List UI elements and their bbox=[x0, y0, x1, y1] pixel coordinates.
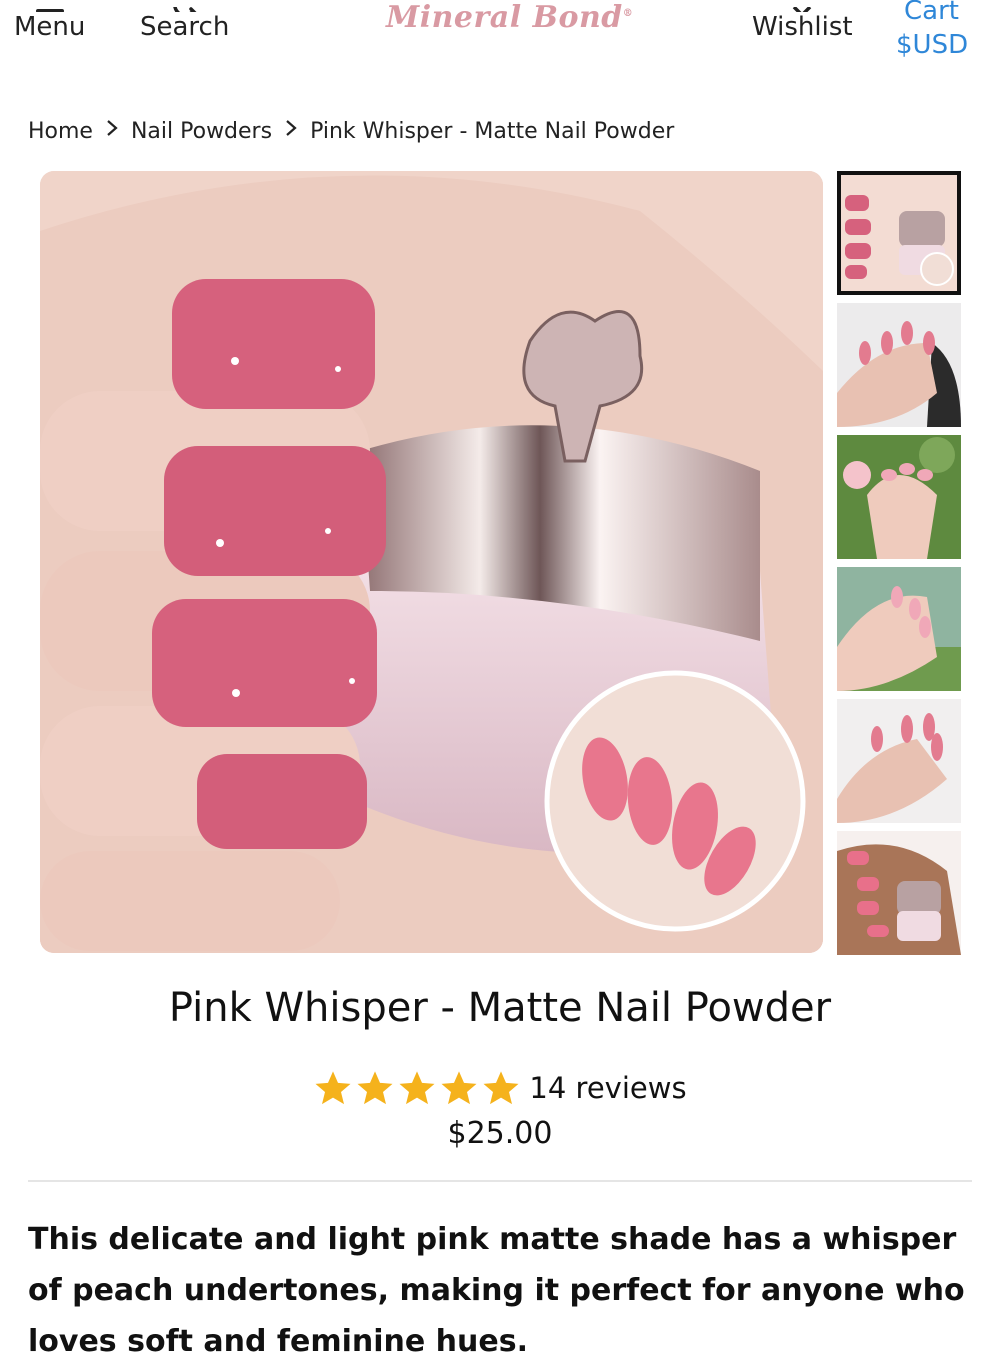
thumbnail-hand-grass[interactable] bbox=[837, 567, 961, 691]
thumbnail-strip bbox=[837, 171, 961, 963]
star-icon bbox=[357, 1071, 393, 1105]
site-header: Menu Search Mineral Bond® Wishlist Cart … bbox=[0, 0, 1000, 80]
star-icon bbox=[315, 1071, 351, 1105]
thumbnail-jar-hand[interactable] bbox=[837, 171, 961, 295]
product-price: $25.00 bbox=[447, 1116, 553, 1151]
search-button[interactable]: Search bbox=[140, 0, 229, 42]
thumbnail-hand-holding-jar[interactable] bbox=[837, 831, 961, 955]
breadcrumb-nail-powders[interactable]: Nail Powders bbox=[131, 119, 272, 144]
star-icon bbox=[441, 1071, 477, 1105]
thumbnail-almond-nails-ring[interactable] bbox=[837, 699, 961, 823]
breadcrumb-home[interactable]: Home bbox=[28, 119, 93, 144]
breadcrumb-current: Pink Whisper - Matte Nail Powder bbox=[310, 118, 675, 144]
cart-label: Cart bbox=[904, 0, 959, 26]
product-description: This delicate and light pink matte shade… bbox=[28, 1222, 965, 1359]
reviews-count[interactable]: 14 reviews bbox=[529, 1071, 686, 1105]
menu-button[interactable]: Menu bbox=[14, 0, 85, 42]
chevron-right-icon bbox=[105, 118, 119, 144]
hamburger-icon bbox=[30, 0, 70, 12]
product-rating[interactable]: 14 reviews bbox=[0, 1068, 1000, 1108]
divider bbox=[28, 1180, 972, 1182]
star-icon bbox=[483, 1071, 519, 1105]
thumbnail-hand-flowers[interactable] bbox=[837, 435, 961, 559]
product-title: Pink Whisper - Matte Nail Powder bbox=[168, 985, 832, 1031]
search-label: Search bbox=[140, 12, 230, 42]
currency-label[interactable]: $USD bbox=[896, 28, 968, 62]
wishlist-button[interactable]: Wishlist bbox=[752, 0, 853, 42]
thumbnail-almond-nails-marble[interactable] bbox=[837, 303, 961, 427]
wishlist-label: Wishlist bbox=[752, 12, 853, 42]
star-icon bbox=[399, 1071, 435, 1105]
breadcrumb: Home Nail Powders Pink Whisper - Matte N… bbox=[28, 118, 674, 144]
heart-icon bbox=[782, 0, 822, 12]
cart-button[interactable]: Cart $USD bbox=[896, 0, 968, 62]
product-main-image[interactable] bbox=[40, 171, 823, 953]
menu-label: Menu bbox=[14, 12, 86, 42]
chevron-right-icon bbox=[284, 118, 298, 144]
search-icon bbox=[165, 0, 205, 12]
brand-logo[interactable]: Mineral Bond® bbox=[386, 0, 633, 35]
